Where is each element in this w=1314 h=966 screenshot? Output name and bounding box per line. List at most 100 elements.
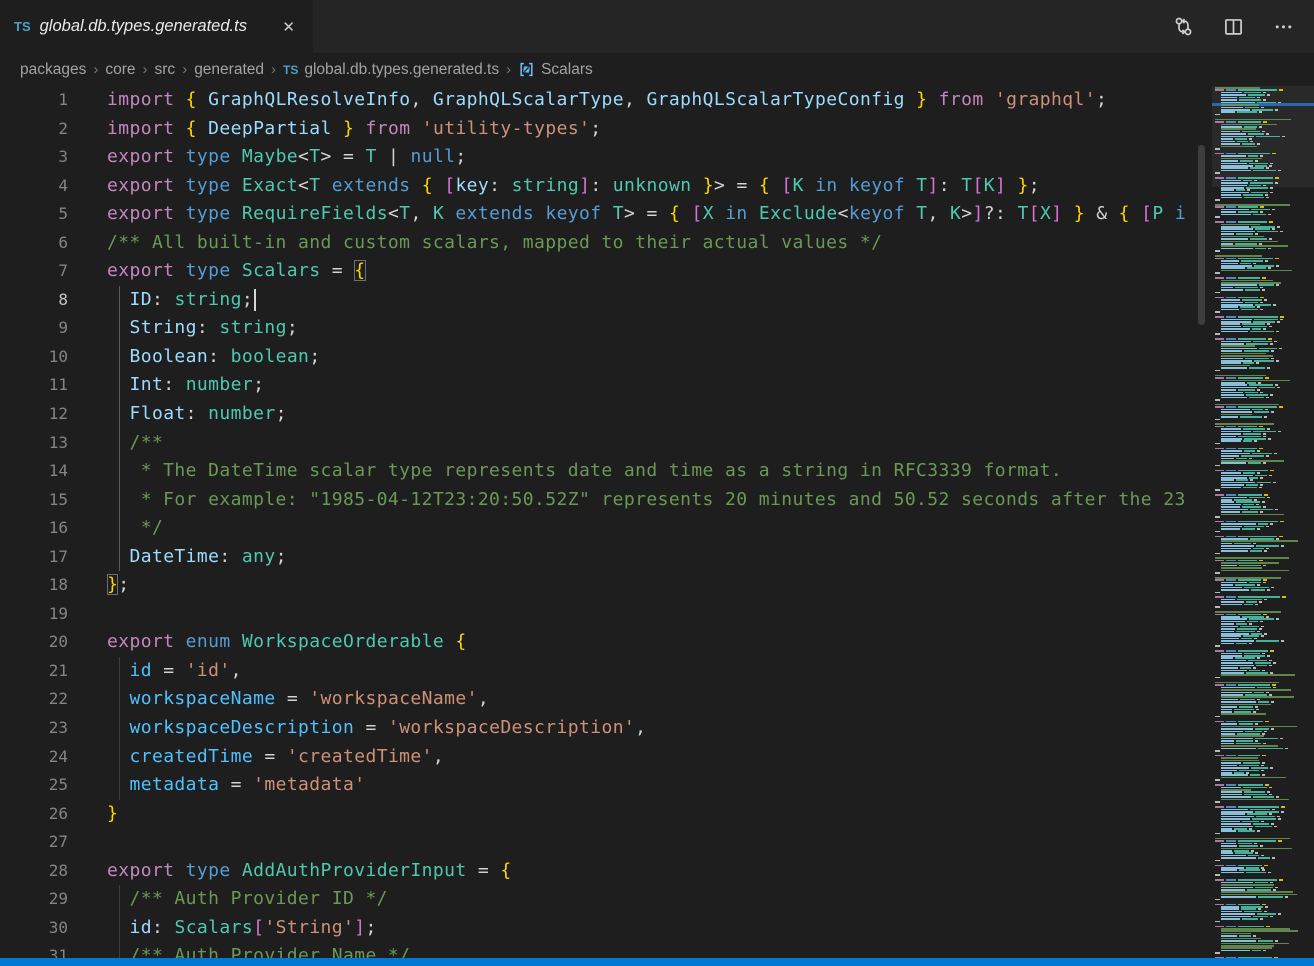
compare-changes-icon[interactable] bbox=[1172, 16, 1194, 38]
code-text: metadata = 'metadata' bbox=[68, 771, 365, 800]
tab-bar: TS global.db.types.generated.ts ✕ bbox=[0, 0, 1314, 53]
indent-guide bbox=[119, 286, 120, 315]
line-number: 30 bbox=[0, 914, 68, 943]
breadcrumb-item-generated[interactable]: generated bbox=[194, 61, 264, 79]
code-line[interactable]: 5export type RequireFields<T, K extends … bbox=[0, 200, 1314, 229]
code-line[interactable]: 14 * The DateTime scalar type represents… bbox=[0, 457, 1314, 486]
code-line[interactable]: 20export enum WorkspaceOrderable { bbox=[0, 628, 1314, 657]
editor-actions bbox=[1172, 0, 1314, 53]
line-number: 23 bbox=[0, 714, 68, 743]
code-text: String: string; bbox=[68, 314, 298, 343]
scrollbar-slider[interactable] bbox=[1198, 145, 1205, 325]
code-line[interactable]: 17 DateTime: any; bbox=[0, 543, 1314, 572]
chevron-right-icon: › bbox=[141, 61, 150, 78]
indent-guide bbox=[119, 429, 120, 458]
typescript-file-icon: TS bbox=[283, 63, 298, 77]
code-text: id: Scalars['String']; bbox=[68, 914, 377, 943]
line-number: 13 bbox=[0, 429, 68, 458]
indent-guide bbox=[119, 914, 120, 943]
code-line[interactable]: 16 */ bbox=[0, 514, 1314, 543]
code-editor[interactable]: 1import { GraphQLResolveInfo, GraphQLSca… bbox=[0, 86, 1314, 958]
indent-guide bbox=[119, 743, 120, 772]
indent-guide bbox=[119, 885, 120, 914]
code-line[interactable]: 9 String: string; bbox=[0, 314, 1314, 343]
code-line[interactable]: 11 Int: number; bbox=[0, 371, 1314, 400]
line-number: 1 bbox=[0, 86, 68, 115]
code-line[interactable]: 6/** All built-in and custom scalars, ma… bbox=[0, 229, 1314, 258]
line-number: 16 bbox=[0, 514, 68, 543]
code-line[interactable]: 18}; bbox=[0, 571, 1314, 600]
line-number: 18 bbox=[0, 571, 68, 600]
chevron-right-icon: › bbox=[180, 61, 189, 78]
breadcrumb-item-packages[interactable]: packages bbox=[20, 61, 86, 79]
code-line[interactable]: 27 bbox=[0, 828, 1314, 857]
code-line[interactable]: 2import { DeepPartial } from 'utility-ty… bbox=[0, 115, 1314, 144]
code-line[interactable]: 23 workspaceDescription = 'workspaceDesc… bbox=[0, 714, 1314, 743]
code-line[interactable]: 26} bbox=[0, 800, 1314, 829]
code-line[interactable]: 7export type Scalars = { bbox=[0, 257, 1314, 286]
code-line[interactable]: 28export type AddAuthProviderInput = { bbox=[0, 857, 1314, 886]
breadcrumb-item-filename[interactable]: TS global.db.types.generated.ts bbox=[283, 61, 499, 79]
code-line[interactable]: 13 /** bbox=[0, 429, 1314, 458]
code-line[interactable]: 19 bbox=[0, 600, 1314, 629]
code-text: createdTime = 'createdTime', bbox=[68, 743, 444, 772]
line-number: 4 bbox=[0, 172, 68, 201]
code-line[interactable]: 29 /** Auth Provider ID */ bbox=[0, 885, 1314, 914]
indent-guide bbox=[119, 457, 120, 486]
code-text: Int: number; bbox=[68, 371, 264, 400]
code-text: export type Exact<T extends { [key: stri… bbox=[68, 172, 1040, 201]
code-text bbox=[68, 600, 107, 629]
line-number: 6 bbox=[0, 229, 68, 258]
line-number: 27 bbox=[0, 828, 68, 857]
indent-guide bbox=[119, 657, 120, 686]
code-line[interactable]: 25 metadata = 'metadata' bbox=[0, 771, 1314, 800]
indent-guide bbox=[119, 514, 120, 543]
breadcrumb-item-symbol-scalars[interactable]: Scalars bbox=[518, 61, 593, 79]
breadcrumb-item-src[interactable]: src bbox=[155, 61, 176, 79]
indent-guide bbox=[119, 771, 120, 800]
breadcrumb-item-core[interactable]: core bbox=[105, 61, 135, 79]
line-number: 14 bbox=[0, 457, 68, 486]
code-line[interactable]: 31 /** Auth Provider Name */ bbox=[0, 942, 1314, 958]
code-line[interactable]: 4export type Exact<T extends { [key: str… bbox=[0, 172, 1314, 201]
indent-guide bbox=[119, 371, 120, 400]
code-text: /** bbox=[68, 429, 163, 458]
line-number: 12 bbox=[0, 400, 68, 429]
line-number: 8 bbox=[0, 286, 68, 315]
code-text: export enum WorkspaceOrderable { bbox=[68, 628, 467, 657]
indent-guide bbox=[119, 714, 120, 743]
line-number: 17 bbox=[0, 543, 68, 572]
code-line[interactable]: 30 id: Scalars['String']; bbox=[0, 914, 1314, 943]
code-line[interactable]: 10 Boolean: boolean; bbox=[0, 343, 1314, 372]
code-line[interactable]: 12 Float: number; bbox=[0, 400, 1314, 429]
code-text: DateTime: any; bbox=[68, 543, 287, 572]
code-line[interactable]: 3export type Maybe<T> = T | null; bbox=[0, 143, 1314, 172]
line-number: 21 bbox=[0, 657, 68, 686]
code-text: /** All built-in and custom scalars, map… bbox=[68, 229, 882, 258]
line-number: 5 bbox=[0, 200, 68, 229]
indent-guide bbox=[119, 314, 120, 343]
symbol-type-icon bbox=[518, 61, 535, 78]
code-line[interactable]: 24 createdTime = 'createdTime', bbox=[0, 743, 1314, 772]
code-line[interactable]: 22 workspaceName = 'workspaceName', bbox=[0, 685, 1314, 714]
chevron-right-icon: › bbox=[91, 61, 100, 78]
code-line[interactable]: 1import { GraphQLResolveInfo, GraphQLSca… bbox=[0, 86, 1314, 115]
code-text: export type Maybe<T> = T | null; bbox=[68, 143, 467, 172]
code-line[interactable]: 8 ID: string; bbox=[0, 286, 1314, 315]
line-number: 7 bbox=[0, 257, 68, 286]
code-line[interactable]: 15 * For example: "1985-04-12T23:20:50.5… bbox=[0, 486, 1314, 515]
ellipsis-icon[interactable] bbox=[1272, 16, 1294, 38]
minimap[interactable] bbox=[1212, 86, 1314, 958]
code-line[interactable]: 21 id = 'id', bbox=[0, 657, 1314, 686]
line-number: 31 bbox=[0, 942, 68, 958]
code-text: id = 'id', bbox=[68, 657, 242, 686]
indent-guide bbox=[119, 942, 120, 958]
close-icon[interactable]: ✕ bbox=[278, 16, 299, 38]
chevron-right-icon: › bbox=[269, 61, 278, 78]
tab-global-db-types[interactable]: TS global.db.types.generated.ts ✕ bbox=[0, 0, 313, 53]
split-editor-icon[interactable] bbox=[1222, 16, 1244, 38]
code-area[interactable]: 1import { GraphQLResolveInfo, GraphQLSca… bbox=[0, 86, 1314, 958]
indent-guide bbox=[119, 685, 120, 714]
indent-guide bbox=[119, 486, 120, 515]
code-text: } bbox=[68, 800, 118, 829]
